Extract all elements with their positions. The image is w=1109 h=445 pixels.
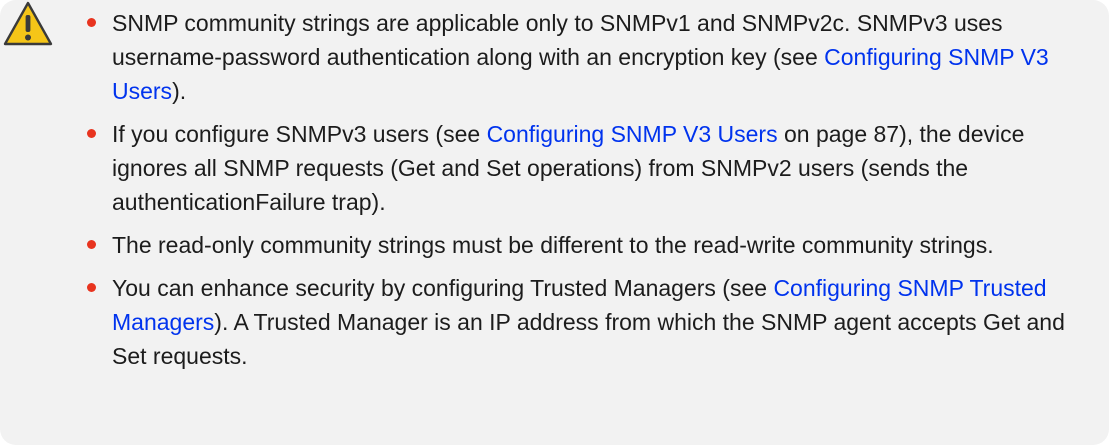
note-item: You can enhance security by configuring … bbox=[87, 271, 1092, 373]
note-text: ). bbox=[172, 78, 187, 104]
note-item: If you configure SNMPv3 users (see Confi… bbox=[87, 117, 1092, 219]
bullet-icon bbox=[87, 129, 96, 138]
note-item: The read-only community strings must be … bbox=[87, 228, 1092, 262]
note-text: The read-only community strings must be … bbox=[112, 232, 994, 258]
note-text: You can enhance security by configuring … bbox=[112, 275, 774, 301]
warning-icon bbox=[3, 1, 53, 46]
note-list: SNMP community strings are applicable on… bbox=[87, 6, 1092, 382]
note-text: If you configure SNMPv3 users (see bbox=[112, 121, 487, 147]
bullet-icon bbox=[87, 18, 96, 27]
note-item: SNMP community strings are applicable on… bbox=[87, 6, 1092, 108]
note-box: SNMP community strings are applicable on… bbox=[0, 0, 1109, 445]
link-configuring-snmp-v3-users[interactable]: Configuring SNMP V3 Users bbox=[487, 121, 778, 147]
note-text: ). A Trusted Manager is an IP address fr… bbox=[112, 309, 1065, 369]
bullet-icon bbox=[87, 240, 96, 249]
bullet-icon bbox=[87, 283, 96, 292]
